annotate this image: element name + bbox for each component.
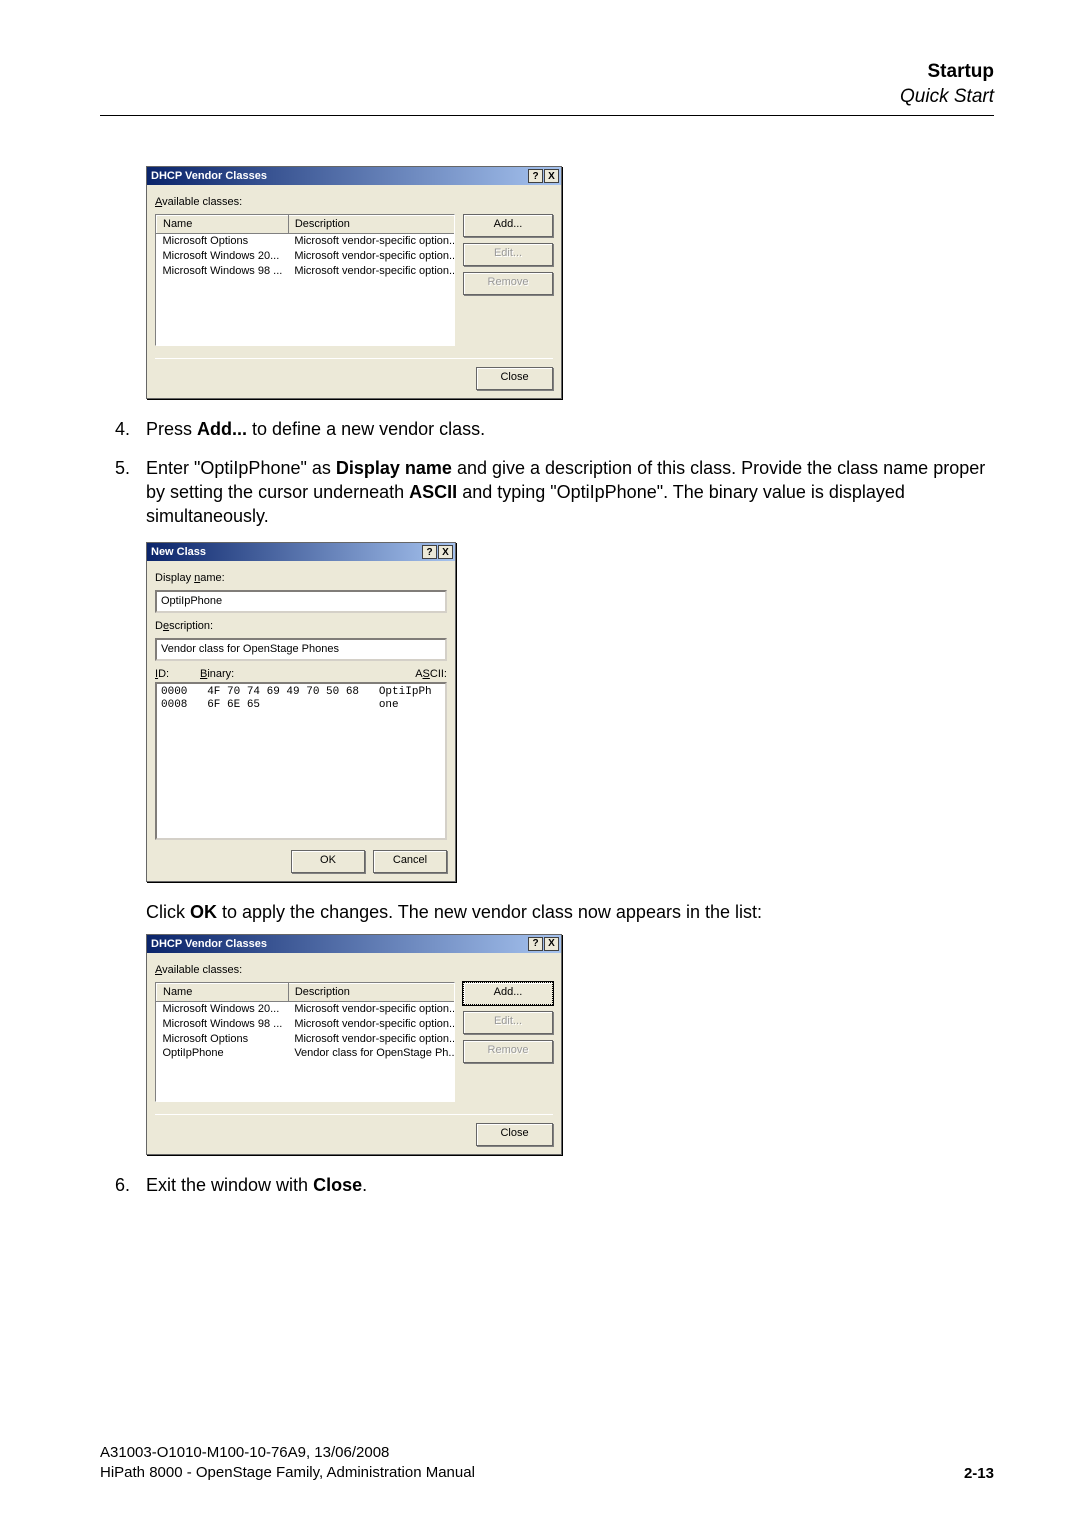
ok-button[interactable]: OK	[291, 850, 365, 873]
ascii-label: ASCII:	[350, 667, 447, 682]
hex-view[interactable]: 0000 4F 70 74 69 49 70 50 68 OptiIpPh 00…	[155, 682, 447, 840]
help-icon[interactable]: ?	[422, 545, 437, 559]
table-row[interactable]: Microsoft Windows 20...Microsoft vendor-…	[157, 249, 456, 264]
header-subtitle: Quick Start	[100, 85, 994, 110]
dialog-titlebar[interactable]: New Class ? X	[147, 543, 455, 561]
col-name[interactable]: Name	[157, 984, 289, 1002]
close-icon[interactable]: X	[544, 937, 559, 951]
page-header: Startup Quick Start	[100, 60, 994, 116]
table-row[interactable]: Microsoft Windows 98 ...Microsoft vendor…	[157, 1017, 456, 1032]
close-icon[interactable]: X	[544, 169, 559, 183]
edit-button: Edit...	[463, 243, 553, 266]
description-label: Description:	[155, 619, 447, 634]
dialog-titlebar[interactable]: DHCP Vendor Classes ? X	[147, 935, 561, 953]
col-description[interactable]: Description	[288, 216, 455, 234]
step-5-followup: Click OK to apply the changes. The new v…	[100, 900, 994, 924]
new-class-dialog: New Class ? X Display name: OptiIpPhone …	[146, 542, 456, 882]
available-classes-label: Available classes:	[155, 963, 553, 978]
table-row[interactable]: Microsoft OptionsMicrosoft vendor-specif…	[157, 234, 456, 249]
help-icon[interactable]: ?	[528, 169, 543, 183]
id-label: ID:	[155, 667, 200, 682]
vendor-classes-list[interactable]: Name Description Microsoft Windows 20...…	[155, 982, 455, 1102]
step-5: Enter "OptiIpPhone" as Display name and …	[100, 456, 994, 529]
close-button[interactable]: Close	[476, 367, 553, 390]
step-6: Exit the window with Close.	[100, 1173, 994, 1197]
add-button[interactable]: Add...	[463, 214, 553, 237]
dialog-title: New Class	[151, 545, 206, 560]
col-name[interactable]: Name	[157, 216, 289, 234]
dialog-titlebar[interactable]: DHCP Vendor Classes ? X	[147, 167, 561, 185]
dialog-title: DHCP Vendor Classes	[151, 169, 267, 184]
vendor-classes-list[interactable]: Name Description Microsoft OptionsMicros…	[155, 214, 455, 346]
display-name-input[interactable]: OptiIpPhone	[155, 590, 447, 613]
available-classes-label: Available classes:	[155, 195, 553, 210]
close-button[interactable]: Close	[476, 1123, 553, 1146]
table-row[interactable]: OptiIpPhoneVendor class for OpenStage Ph…	[157, 1046, 456, 1061]
description-input[interactable]: Vendor class for OpenStage Phones	[155, 638, 447, 661]
help-icon[interactable]: ?	[528, 937, 543, 951]
remove-button: Remove	[463, 1040, 553, 1063]
close-icon[interactable]: X	[438, 545, 453, 559]
footer-left: A31003-O1010-M100-10-76A9, 13/06/2008 Hi…	[100, 1443, 475, 1482]
step-4: Press Add... to define a new vendor clas…	[100, 417, 994, 441]
dhcp-vendor-classes-dialog-1: DHCP Vendor Classes ? X Available classe…	[146, 166, 562, 399]
add-button[interactable]: Add...	[463, 982, 553, 1005]
remove-button: Remove	[463, 272, 553, 295]
table-row[interactable]: Microsoft OptionsMicrosoft vendor-specif…	[157, 1032, 456, 1047]
table-row[interactable]: Microsoft Windows 20...Microsoft vendor-…	[157, 1001, 456, 1016]
header-title: Startup	[100, 60, 994, 85]
edit-button: Edit...	[463, 1011, 553, 1034]
display-name-label: Display name:	[155, 571, 447, 586]
table-row[interactable]: Microsoft Windows 98 ...Microsoft vendor…	[157, 264, 456, 279]
binary-label: Binary:	[200, 667, 350, 682]
col-description[interactable]: Description	[288, 984, 455, 1002]
page-number: 2-13	[964, 1465, 994, 1482]
dialog-title: DHCP Vendor Classes	[151, 937, 267, 952]
dhcp-vendor-classes-dialog-2: DHCP Vendor Classes ? X Available classe…	[146, 934, 562, 1155]
cancel-button[interactable]: Cancel	[373, 850, 447, 873]
